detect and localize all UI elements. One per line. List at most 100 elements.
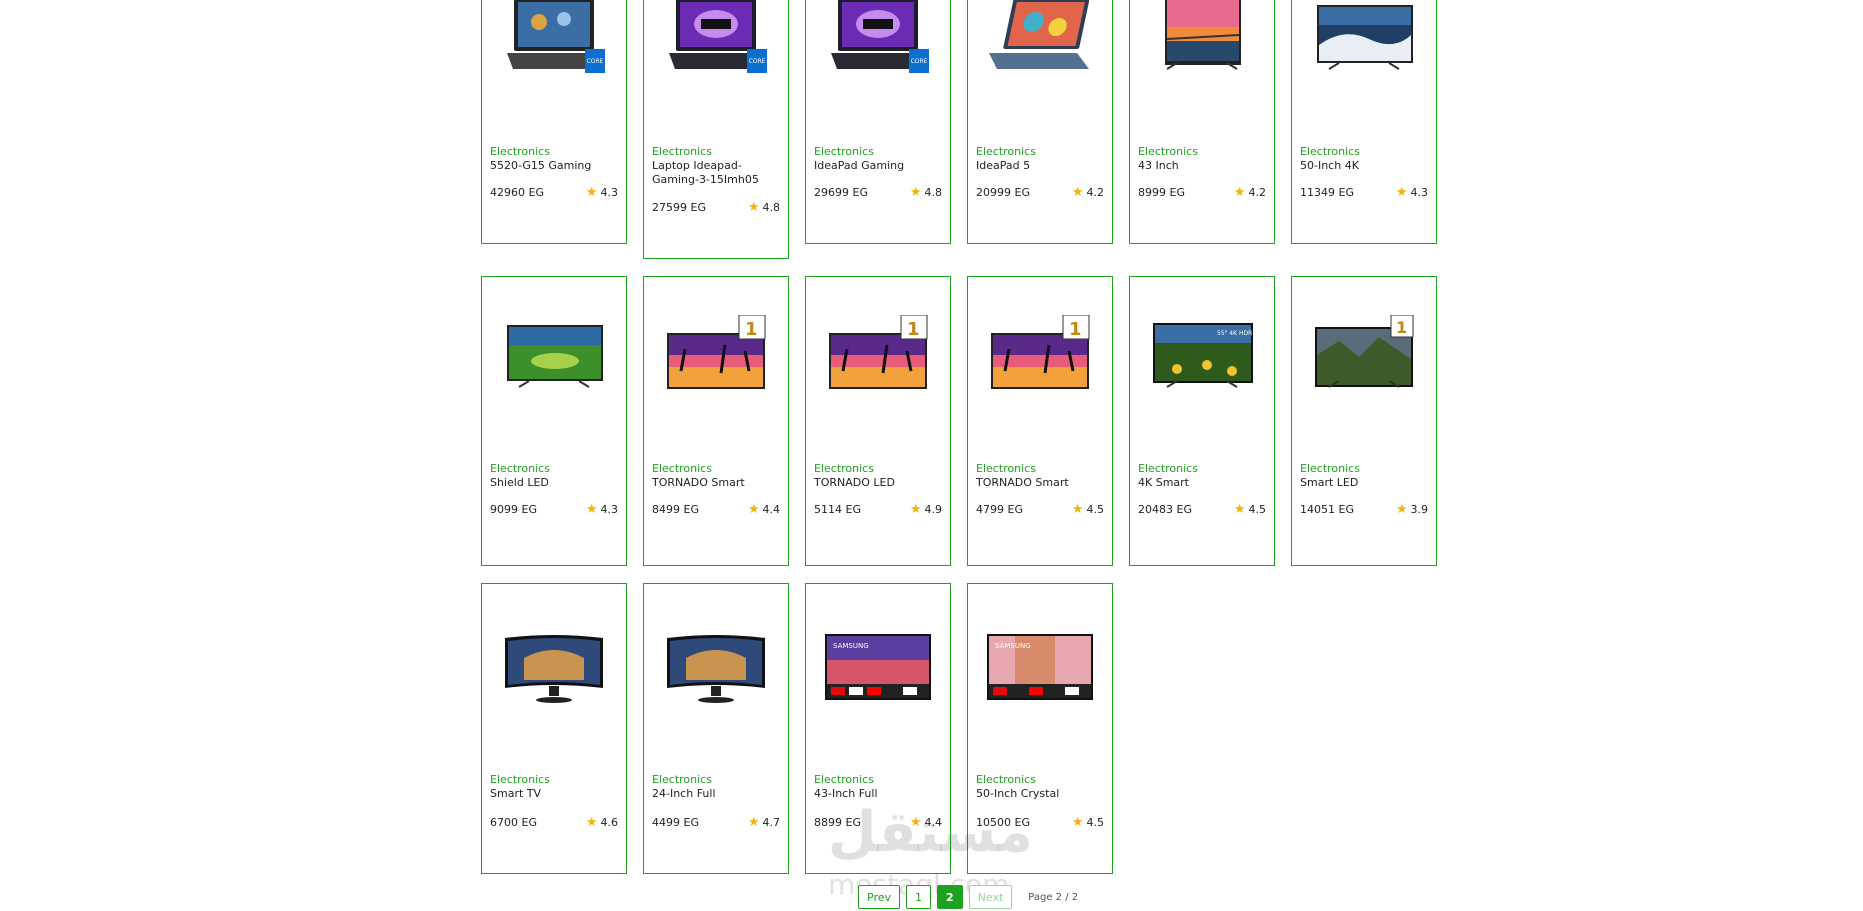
product-card[interactable]: Electronics 43 Inch 8999 EG ★ 4.2	[1129, 0, 1275, 244]
product-category[interactable]: Electronics	[1138, 145, 1198, 158]
product-price: 11349 EG	[1300, 186, 1354, 199]
product-category[interactable]: Electronics	[976, 773, 1036, 786]
product-category[interactable]: Electronics	[1300, 462, 1360, 475]
product-image[interactable]	[499, 630, 609, 714]
product-rating: ★ 4.9	[910, 503, 942, 516]
svg-text:1: 1	[1396, 318, 1407, 337]
product-card[interactable]: 1 Electronics Smart LED 14051 EG ★ 3.9	[1291, 276, 1437, 566]
product-image[interactable]: SAMSUNG	[823, 630, 933, 714]
product-image[interactable]: 55" 4K HDR LED	[1147, 315, 1266, 399]
product-category[interactable]: Electronics	[652, 145, 712, 158]
product-title[interactable]: TORNADO Smart	[976, 476, 1104, 490]
star-icon: ★	[909, 185, 922, 200]
rating-value: 4.3	[1410, 186, 1429, 199]
product-image[interactable]	[1309, 0, 1419, 81]
product-title[interactable]: 24-Inch Full	[652, 787, 780, 801]
rating-value: 3.9	[1410, 503, 1429, 516]
product-image[interactable]: CORE	[499, 0, 609, 81]
rating-value: 4.9	[924, 503, 943, 516]
product-rating: ★ 4.5	[1072, 503, 1104, 516]
svg-text:1: 1	[745, 319, 758, 340]
star-icon: ★	[585, 502, 598, 517]
product-image[interactable]	[985, 0, 1095, 81]
star-icon: ★	[1233, 185, 1246, 200]
product-category[interactable]: Electronics	[1300, 145, 1360, 158]
product-rating: ★ 4.2	[1234, 186, 1266, 199]
product-title[interactable]: TORNADO Smart	[652, 476, 780, 490]
product-category[interactable]: Electronics	[652, 773, 712, 786]
product-category[interactable]: Electronics	[976, 145, 1036, 158]
star-icon: ★	[585, 815, 598, 830]
page-1-button[interactable]: 1	[906, 885, 931, 909]
product-category[interactable]: Electronics	[490, 462, 550, 475]
product-image[interactable]: SAMSUNG	[985, 630, 1095, 714]
prev-button[interactable]: Prev	[858, 885, 900, 909]
product-card[interactable]: Electronics 24-Inch Full 4499 EG ★ 4.7	[643, 583, 789, 874]
star-icon: ★	[1071, 502, 1084, 517]
star-icon: ★	[747, 200, 760, 215]
product-image[interactable]: 1	[985, 314, 1095, 399]
product-card[interactable]: Electronics 50-Inch 4K 11349 EG ★ 4.3	[1291, 0, 1437, 244]
rating-value: 4.6	[600, 816, 619, 829]
product-price: 14051 EG	[1300, 503, 1354, 516]
product-title[interactable]: IdeaPad Gaming	[814, 159, 942, 173]
product-image[interactable]: 1	[823, 314, 933, 399]
product-image[interactable]: 1	[1309, 314, 1419, 399]
product-title[interactable]: Smart TV	[490, 787, 618, 801]
product-image[interactable]: 1	[661, 314, 771, 399]
product-category[interactable]: Electronics	[814, 773, 874, 786]
product-category[interactable]: Electronics	[490, 773, 550, 786]
svg-text:SAMSUNG: SAMSUNG	[995, 642, 1031, 650]
product-category[interactable]: Electronics	[814, 145, 874, 158]
product-card[interactable]: CORE Electronics 5520-G15 Gaming 42960 EG ★ 4…	[481, 0, 627, 244]
product-card[interactable]: Electronics Smart TV 6700 EG ★ 4.6	[481, 583, 627, 874]
star-icon: ★	[1071, 185, 1084, 200]
product-category[interactable]: Electronics	[490, 145, 550, 158]
product-image[interactable]	[1147, 0, 1257, 81]
product-card[interactable]: 55" 4K HDR LED Electronics4K Smart 20483 E…	[1129, 276, 1275, 566]
product-title[interactable]: 43-Inch Full	[814, 787, 942, 801]
product-image[interactable]	[499, 315, 609, 399]
page-info: Page 2 / 2	[1028, 891, 1079, 903]
star-icon: ★	[1071, 815, 1084, 830]
product-title[interactable]: 43 Inch	[1138, 159, 1266, 173]
product-title[interactable]: 50-Inch Crystal	[976, 787, 1104, 801]
product-title[interactable]: Smart LED	[1300, 476, 1428, 490]
product-card[interactable]: 1 Electronics TORNADO Smart 8499 EG ★ 4.4	[643, 276, 789, 566]
next-button[interactable]: Next	[968, 885, 1013, 909]
product-title[interactable]: 50-Inch 4K	[1300, 159, 1428, 173]
product-rating: ★ 4.5	[1072, 816, 1104, 829]
product-rating: ★ 4.3	[586, 503, 618, 516]
product-category[interactable]: Electronics	[1138, 462, 1198, 475]
product-rating: ★ 4.3	[1396, 186, 1428, 199]
pagination: Prev 1 2 Next Page 2 / 2	[858, 885, 1078, 909]
product-title[interactable]: Shield LED	[490, 476, 618, 490]
product-title[interactable]: 4K Smart	[1138, 476, 1266, 490]
product-card[interactable]: 1 Electronics TORNADO LED 5114 EG ★ 4.9	[805, 276, 951, 566]
product-image[interactable]: CORE	[661, 0, 771, 81]
product-price: 6700 EG	[490, 816, 537, 829]
product-card[interactable]: CORE Electronics IdeaPad Gaming 29699 EG ★ 4.…	[805, 0, 951, 244]
product-rating: ★ 4.8	[910, 186, 942, 199]
product-title[interactable]: TORNADO LED	[814, 476, 942, 490]
product-card[interactable]: Electronics IdeaPad 5 20999 EG ★ 4.2	[967, 0, 1113, 244]
product-category[interactable]: Electronics	[976, 462, 1036, 475]
product-price: 29699 EG	[814, 186, 868, 199]
product-image[interactable]: CORE	[823, 0, 933, 81]
product-card[interactable]: 1 Electronics TORNADO Smart 4799 EG ★ 4.5	[967, 276, 1113, 566]
product-title[interactable]: 5520-G15 Gaming	[490, 159, 618, 173]
product-price: 20483 EG	[1138, 503, 1192, 516]
rating-value: 4.5	[1086, 503, 1105, 516]
product-card[interactable]: CORE Electronics Laptop Ideapad-Gaming-3-1…	[643, 0, 789, 259]
svg-text:55" 4K HDR LED: 55" 4K HDR LED	[1217, 330, 1257, 337]
product-title[interactable]: Laptop Ideapad-Gaming-3-15Imh05	[652, 159, 780, 187]
product-category[interactable]: Electronics	[814, 462, 874, 475]
product-image[interactable]	[661, 630, 771, 714]
product-title[interactable]: IdeaPad 5	[976, 159, 1104, 173]
product-card[interactable]: Electronics Shield LED 9099 EG ★ 4.3	[481, 276, 627, 566]
rating-value: 4.5	[1248, 503, 1267, 516]
page-2-button[interactable]: 2	[937, 885, 963, 909]
product-price: 5114 EG	[814, 503, 861, 516]
rating-value: 4.8	[762, 201, 781, 214]
product-category[interactable]: Electronics	[652, 462, 712, 475]
